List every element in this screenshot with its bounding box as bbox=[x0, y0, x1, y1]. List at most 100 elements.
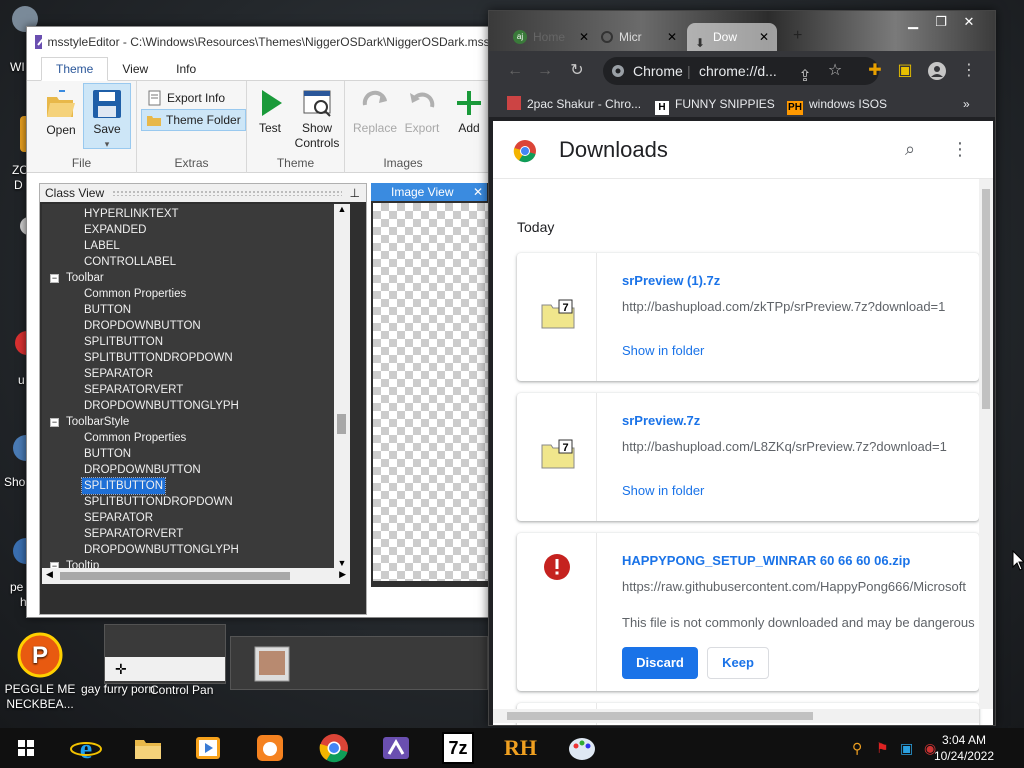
msstyleeditor-window[interactable]: msstyleEditor - C:\Windows\Resources\The… bbox=[26, 26, 494, 618]
page-vertical-scrollbar[interactable] bbox=[979, 179, 993, 709]
tree-item[interactable]: BUTTON bbox=[84, 446, 131, 462]
scroll-down-icon[interactable]: ▼ bbox=[334, 558, 350, 568]
scroll-thumb[interactable] bbox=[337, 414, 346, 434]
share-icon[interactable]: ⇪ bbox=[795, 67, 815, 85]
pin-icon[interactable]: ⊥ bbox=[350, 186, 360, 200]
more-options-icon[interactable]: ⋮ bbox=[951, 139, 969, 160]
tree-item[interactable]: DROPDOWNBUTTONGLYPH bbox=[84, 542, 239, 558]
export-button[interactable]: Export bbox=[401, 87, 443, 136]
uc-browser-icon[interactable] bbox=[254, 732, 286, 764]
paint-icon[interactable] bbox=[566, 732, 598, 764]
bookmark-item[interactable]: PH windows ISOS bbox=[787, 95, 887, 115]
forward-icon[interactable]: → bbox=[535, 61, 555, 81]
theme-folder-button[interactable]: Theme Folder bbox=[141, 109, 246, 131]
tree-item[interactable]: HYPERLINKTEXT bbox=[84, 206, 179, 222]
maximize-icon[interactable]: ❐ bbox=[927, 13, 955, 31]
close-icon[interactable]: ✕ bbox=[667, 23, 677, 51]
show-in-folder-link[interactable]: Show in folder bbox=[622, 483, 704, 498]
close-window-icon[interactable]: ✕ bbox=[955, 13, 983, 31]
scroll-thumb[interactable] bbox=[60, 572, 290, 580]
discard-button[interactable]: Discard bbox=[622, 647, 698, 679]
replace-button[interactable]: Replace bbox=[351, 87, 399, 136]
tree-item[interactable]: SPLITBUTTON bbox=[84, 334, 163, 350]
tree-item[interactable]: Common Properties bbox=[84, 286, 186, 302]
tree-category[interactable]: Toolbar bbox=[66, 270, 104, 286]
tree-category[interactable]: ToolbarStyle bbox=[66, 414, 129, 430]
reload-icon[interactable]: ↻ bbox=[567, 61, 587, 81]
tree-item[interactable]: Common Properties bbox=[84, 430, 186, 446]
tree-item[interactable]: EXPANDED bbox=[84, 222, 146, 238]
visual-studio-icon[interactable] bbox=[380, 732, 412, 764]
search-tray-icon[interactable]: ⚲ bbox=[852, 740, 862, 757]
media-player-icon[interactable] bbox=[192, 732, 224, 764]
chrome-tab[interactable]: Micr ✕ bbox=[593, 23, 685, 51]
profile-avatar[interactable] bbox=[927, 61, 947, 81]
class-tree[interactable]: HYPERLINKTEXT EXPANDED LABEL CONTROLLABEL − T… bbox=[42, 204, 334, 568]
tree-collapse-icon[interactable]: − bbox=[50, 274, 59, 283]
tree-item[interactable]: SEPARATOR bbox=[84, 366, 153, 382]
scroll-right-icon[interactable]: ▶ bbox=[339, 569, 346, 580]
close-icon[interactable]: ✕ bbox=[579, 23, 589, 51]
tree-horizontal-scrollbar[interactable]: ◀ ▶ bbox=[42, 568, 350, 584]
scroll-left-icon[interactable]: ◀ bbox=[46, 569, 53, 580]
tree-item[interactable]: SEPARATOR bbox=[84, 510, 153, 526]
show-in-folder-link[interactable]: Show in folder bbox=[622, 343, 704, 358]
search-icon[interactable]: ⌕ bbox=[905, 139, 915, 160]
tree-vertical-scrollbar[interactable]: ▲ ▼ bbox=[334, 204, 350, 568]
tree-item[interactable]: DROPDOWNBUTTON bbox=[84, 318, 201, 334]
keep-button[interactable]: Keep bbox=[707, 647, 769, 679]
save-button[interactable]: Save ▾ bbox=[83, 83, 131, 149]
download-filename[interactable]: HAPPYPONG_SETUP_WINRAR 60 66 60 06.zip bbox=[622, 553, 910, 568]
minimize-icon[interactable]: ▁ bbox=[899, 13, 927, 31]
chrome-tab-active[interactable]: ⬇ Dow ✕ bbox=[687, 23, 777, 51]
test-button[interactable]: Test bbox=[253, 87, 287, 136]
address-bar[interactable]: Chrome | chrome://d... ⇪ ☆ bbox=[603, 57, 879, 85]
tree-item[interactable]: DROPDOWNBUTTONGLYPH bbox=[84, 398, 239, 414]
desktop-icon-control-panel[interactable]: Control Pan bbox=[150, 683, 240, 698]
tree-item[interactable]: SPLITBUTTONDROPDOWN bbox=[84, 350, 233, 366]
tree-category[interactable]: Tooltip bbox=[66, 558, 99, 568]
tree-collapse-icon[interactable]: − bbox=[50, 418, 59, 427]
image-view-tab[interactable]: Image View ✕ bbox=[371, 183, 487, 201]
chrome-tab[interactable]: aj Home ✕ bbox=[507, 23, 597, 51]
network-tray-icon[interactable]: ▣ bbox=[900, 740, 913, 757]
close-icon[interactable]: ✕ bbox=[473, 183, 483, 201]
tree-item[interactable]: BUTTON bbox=[84, 302, 131, 318]
download-filename[interactable]: srPreview (1).7z bbox=[622, 273, 720, 288]
bookmark-item[interactable]: 2pac Shakur - Chro... bbox=[507, 95, 641, 113]
tab-view[interactable]: View bbox=[108, 58, 162, 80]
rh-icon[interactable]: RH bbox=[504, 732, 537, 764]
scroll-thumb[interactable] bbox=[982, 189, 990, 409]
tree-item[interactable]: SEPARATORVERT bbox=[84, 526, 183, 542]
download-filename[interactable]: srPreview.7z bbox=[622, 413, 700, 428]
windows-start-icon[interactable] bbox=[10, 732, 42, 764]
desktop-icon-peggle[interactable]: P PEGGLE ME NECKBEA... bbox=[0, 632, 80, 712]
add-button[interactable]: Add bbox=[451, 87, 487, 136]
flag-tray-icon[interactable]: ⚑ bbox=[876, 740, 889, 757]
show-controls-button[interactable]: Show Controls bbox=[291, 87, 343, 151]
menu-kebab-icon[interactable]: ⋮ bbox=[959, 61, 979, 81]
chrome-window[interactable]: aj Home ✕ Micr ✕ ⬇ Dow ✕ + ▁ ❐ ✕ ← → ↻ C… bbox=[488, 10, 996, 726]
bookmark-star-icon[interactable]: ☆ bbox=[825, 61, 845, 81]
open-button[interactable]: Open bbox=[35, 89, 87, 138]
bookmark-item[interactable]: H FUNNY SNIPPIES bbox=[655, 95, 775, 115]
tree-item[interactable]: SPLITBUTTONDROPDOWN bbox=[84, 494, 233, 510]
sidebar-icon[interactable]: ▣ bbox=[895, 61, 915, 81]
chrome-icon[interactable] bbox=[318, 732, 350, 764]
tree-item[interactable]: SPLITBUTTON bbox=[80, 477, 167, 495]
tree-item[interactable]: SEPARATORVERT bbox=[84, 382, 183, 398]
tree-item[interactable]: DROPDOWNBUTTON bbox=[84, 462, 201, 478]
internet-explorer-icon[interactable]: e bbox=[70, 732, 102, 764]
new-tab-icon[interactable]: + bbox=[793, 27, 802, 45]
export-info-button[interactable]: Export Info bbox=[143, 87, 229, 109]
7zip-icon[interactable]: 7z bbox=[442, 732, 474, 764]
scroll-up-icon[interactable]: ▲ bbox=[334, 204, 350, 214]
window-titlebar[interactable]: msstyleEditor - C:\Windows\Resources\The… bbox=[27, 27, 493, 57]
tab-info[interactable]: Info bbox=[162, 58, 210, 80]
tree-item[interactable]: CONTROLLABEL bbox=[84, 254, 176, 270]
back-icon[interactable]: ← bbox=[505, 61, 525, 81]
page-horizontal-scrollbar[interactable] bbox=[493, 709, 979, 723]
file-explorer-icon[interactable] bbox=[132, 732, 164, 764]
close-icon[interactable]: ✕ bbox=[759, 23, 769, 51]
tree-item[interactable]: LABEL bbox=[84, 238, 120, 254]
